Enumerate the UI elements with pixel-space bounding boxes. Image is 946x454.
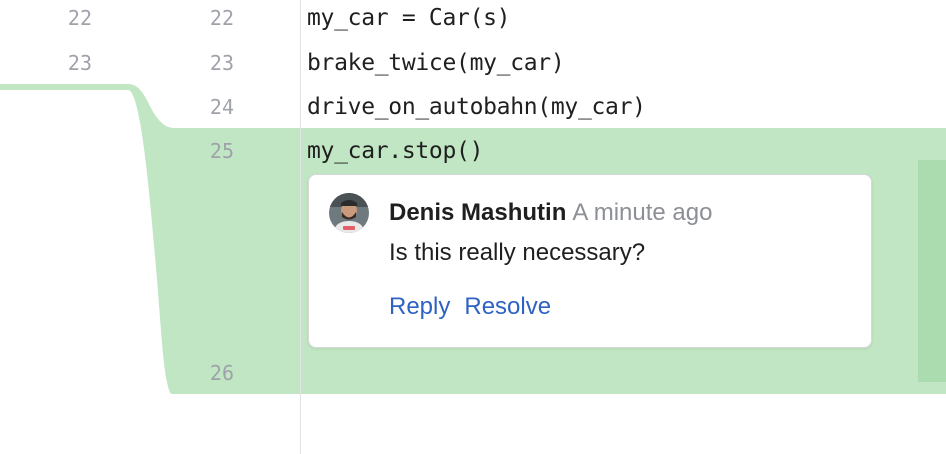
comment-actions: Reply Resolve: [389, 291, 565, 323]
left-line-number: 22: [67, 6, 92, 30]
comment-author[interactable]: Denis Mashutin: [389, 199, 566, 226]
diff-view: 22 23 22 23 24 25 26 my_car = Car(s) bra…: [0, 0, 946, 454]
user-avatar-icon: [329, 193, 369, 233]
right-line-number: 22: [209, 6, 234, 30]
comment-text: Is this really necessary?: [389, 239, 646, 266]
right-line-number: 23: [209, 51, 234, 75]
code-line[interactable]: brake_twice(my_car): [307, 48, 565, 78]
resolve-button[interactable]: Resolve: [464, 293, 551, 320]
gutter-divider: [300, 0, 301, 454]
added-region-gutter: [172, 128, 300, 394]
code-line[interactable]: my_car.stop(): [307, 136, 483, 166]
left-line-number: 23: [67, 51, 92, 75]
code-line[interactable]: drive_on_autobahn(my_car): [307, 92, 646, 122]
code-line[interactable]: my_car = Car(s): [307, 3, 511, 33]
comment-timestamp: A minute ago: [572, 199, 713, 226]
right-line-number: 26: [209, 361, 234, 385]
right-line-number: 25: [209, 139, 234, 163]
avatar[interactable]: [329, 193, 369, 233]
right-line-number: 24: [209, 95, 234, 119]
change-marker: [918, 160, 946, 382]
review-comment: Denis Mashutin A minute ago Is this reall…: [308, 174, 872, 348]
comment-header: Denis Mashutin A minute ago: [389, 197, 712, 229]
reply-button[interactable]: Reply: [389, 293, 450, 320]
